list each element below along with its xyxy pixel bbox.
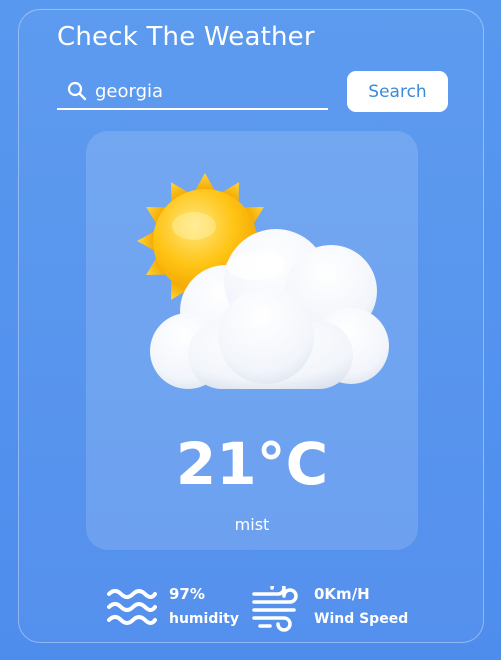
weather-description: mist — [234, 515, 270, 534]
humidity-label: humidity — [169, 611, 239, 627]
search-bar — [57, 74, 328, 110]
temperature-value: 21°C — [175, 430, 329, 498]
search-input[interactable] — [95, 76, 320, 106]
sun-behind-cloud-icon — [137, 173, 389, 389]
app-title: Check The Weather — [57, 22, 315, 52]
humidity-stat: 97% humidity — [107, 583, 247, 633]
humidity-value: 97% — [169, 585, 205, 603]
wind-speed-label: Wind Speed — [314, 611, 409, 627]
weather-panel: 21°C mist — [86, 131, 418, 550]
wind-icon — [252, 586, 298, 632]
waves-icon — [107, 589, 157, 625]
search-icon — [67, 81, 87, 101]
search-button[interactable]: Search — [347, 71, 448, 112]
weather-app: Check The Weather Search — [0, 0, 501, 660]
wind-speed-value: 0Km/H — [314, 585, 370, 603]
wind-stat: 0Km/H Wind Speed — [252, 583, 422, 633]
